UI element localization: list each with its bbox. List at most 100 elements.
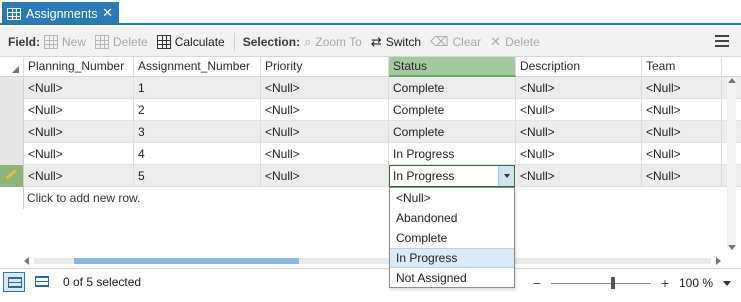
calculate-button[interactable]: Calculate: [156, 34, 225, 49]
scroll-track[interactable]: [34, 258, 711, 264]
cell-assignment-number[interactable]: 2: [134, 99, 261, 121]
dropdown-option-in-progress[interactable]: In Progress: [390, 248, 514, 268]
zoom-slider-thumb[interactable]: [611, 277, 615, 289]
cell-assignment-number[interactable]: 3: [134, 121, 261, 143]
cell-priority[interactable]: <Null>: [261, 99, 389, 121]
zoom-to-icon: ⌕: [304, 33, 312, 49]
cell-team[interactable]: <Null>: [642, 121, 722, 143]
menu-icon[interactable]: [715, 35, 729, 47]
scroll-thumb[interactable]: [74, 258, 299, 264]
select-all-corner[interactable]: [0, 57, 24, 77]
zoom-to-button[interactable]: ⌕ Zoom To: [304, 33, 362, 49]
table-row[interactable]: <Null> 2 <Null> Complete <Null> <Null>: [0, 99, 741, 121]
zoom-in-button[interactable]: +: [659, 275, 671, 291]
status-combobox-value: In Progress: [393, 169, 455, 183]
column-header-assignment-number[interactable]: Assignment_Number: [134, 57, 261, 77]
delete-field-icon: [95, 34, 110, 49]
clear-selection-button[interactable]: ⌫ Clear: [430, 33, 482, 49]
dropdown-option-complete[interactable]: Complete: [390, 228, 514, 248]
column-header-planning-number[interactable]: Planning_Number: [24, 57, 134, 77]
calculate-icon: [156, 34, 171, 49]
dropdown-option-null[interactable]: <Null>: [390, 188, 514, 208]
cell-assignment-number[interactable]: 4: [134, 143, 261, 165]
add-new-row-link[interactable]: Click to add new row.: [24, 187, 140, 209]
zoom-control: − + 100 %: [531, 275, 731, 291]
zoom-value: 100 %: [679, 276, 714, 290]
column-header-priority[interactable]: Priority: [261, 57, 389, 77]
cell-team[interactable]: <Null>: [642, 99, 722, 121]
delete-field-button[interactable]: Delete: [95, 34, 148, 49]
cell-description[interactable]: <Null>: [516, 165, 642, 187]
close-icon[interactable]: ✕: [102, 5, 113, 21]
cell-description[interactable]: <Null>: [516, 143, 642, 165]
column-header-status[interactable]: Status: [389, 57, 516, 77]
show-all-records-icon[interactable]: [3, 272, 25, 292]
switch-icon: ⇄: [370, 33, 382, 49]
column-header-team[interactable]: Team: [642, 57, 722, 77]
table-row[interactable]: <Null> 4 <Null> In Progress <Null> <Null…: [0, 143, 741, 165]
zoom-dropdown-icon[interactable]: [723, 280, 731, 286]
cell-priority[interactable]: <Null>: [261, 121, 389, 143]
table-row[interactable]: <Null> 3 <Null> Complete <Null> <Null>: [0, 121, 741, 143]
cell-description[interactable]: <Null>: [516, 99, 642, 121]
zoom-to-label: Zoom To: [315, 34, 362, 49]
new-field-button[interactable]: New: [44, 34, 86, 49]
dropdown-option-not-assigned[interactable]: Not Assigned: [390, 268, 514, 288]
scroll-up-icon[interactable]: [728, 78, 736, 83]
cell-status[interactable]: Complete: [389, 77, 516, 99]
cell-planning-number[interactable]: <Null>: [24, 143, 134, 165]
scroll-down-icon[interactable]: [728, 245, 736, 250]
cell-status[interactable]: In Progress: [389, 143, 516, 165]
selection-label: Selection:: [242, 34, 301, 49]
add-field-icon: [44, 34, 58, 49]
calculate-label: Calculate: [174, 34, 225, 49]
cell-assignment-number[interactable]: 1: [134, 77, 261, 99]
cell-planning-number[interactable]: <Null>: [24, 99, 134, 121]
row-header[interactable]: [0, 143, 24, 165]
delete-selection-button[interactable]: ✕ Delete: [490, 33, 540, 49]
scroll-left-icon[interactable]: [24, 257, 29, 265]
cell-planning-number[interactable]: <Null>: [24, 77, 134, 99]
zoom-out-button[interactable]: −: [531, 275, 543, 291]
row-header[interactable]: [0, 99, 24, 121]
clear-icon: ⌫: [430, 33, 449, 49]
status-dropdown-list: <Null> Abandoned Complete In Progress No…: [389, 187, 515, 288]
switch-selection-button[interactable]: ⇄ Switch: [370, 33, 421, 49]
cell-team[interactable]: <Null>: [642, 77, 722, 99]
row-header[interactable]: [0, 77, 24, 99]
vertical-scrollbar[interactable]: [727, 78, 736, 250]
cell-description[interactable]: <Null>: [516, 121, 642, 143]
tab-strip: Assignments ✕: [0, 0, 741, 25]
delete-x-icon: ✕: [490, 33, 502, 49]
scroll-right-icon[interactable]: [716, 257, 721, 265]
cell-assignment-number[interactable]: 5: [134, 165, 261, 187]
cell-planning-number[interactable]: <Null>: [24, 165, 134, 187]
cell-status[interactable]: Complete: [389, 99, 516, 121]
table-row[interactable]: <Null> 1 <Null> Complete <Null> <Null>: [0, 77, 741, 99]
table-row-editing[interactable]: <Null> 5 <Null> In Progress <Null> <Null…: [0, 165, 741, 187]
column-header-description[interactable]: Description: [516, 57, 642, 77]
row-header[interactable]: [0, 121, 24, 143]
cell-description[interactable]: <Null>: [516, 77, 642, 99]
cell-priority[interactable]: <Null>: [261, 165, 389, 187]
status-combobox[interactable]: In Progress: [389, 165, 515, 187]
field-label: Field:: [8, 34, 40, 49]
tab-assignments[interactable]: Assignments ✕: [2, 2, 119, 25]
horizontal-scrollbar[interactable]: [24, 254, 721, 267]
chevron-down-icon[interactable]: [498, 166, 514, 186]
cell-team[interactable]: <Null>: [642, 165, 722, 187]
attribute-table: Planning_Number Assignment_Number Priori…: [0, 57, 741, 209]
edit-pencil-icon[interactable]: [0, 165, 24, 187]
selection-count: 0 of 5 selected: [63, 275, 142, 289]
table-icon: [7, 7, 21, 20]
cell-priority[interactable]: <Null>: [261, 143, 389, 165]
cell-planning-number[interactable]: <Null>: [24, 121, 134, 143]
dropdown-option-abandoned[interactable]: Abandoned: [390, 208, 514, 228]
cell-team[interactable]: <Null>: [642, 143, 722, 165]
clear-label: Clear: [452, 34, 482, 49]
cell-status[interactable]: Complete: [389, 121, 516, 143]
cell-priority[interactable]: <Null>: [261, 77, 389, 99]
show-selected-records-icon[interactable]: [31, 272, 53, 292]
table-toolbar: Field: New Delete Calculate Selection: ⌕…: [0, 27, 741, 57]
zoom-slider[interactable]: [551, 276, 651, 290]
